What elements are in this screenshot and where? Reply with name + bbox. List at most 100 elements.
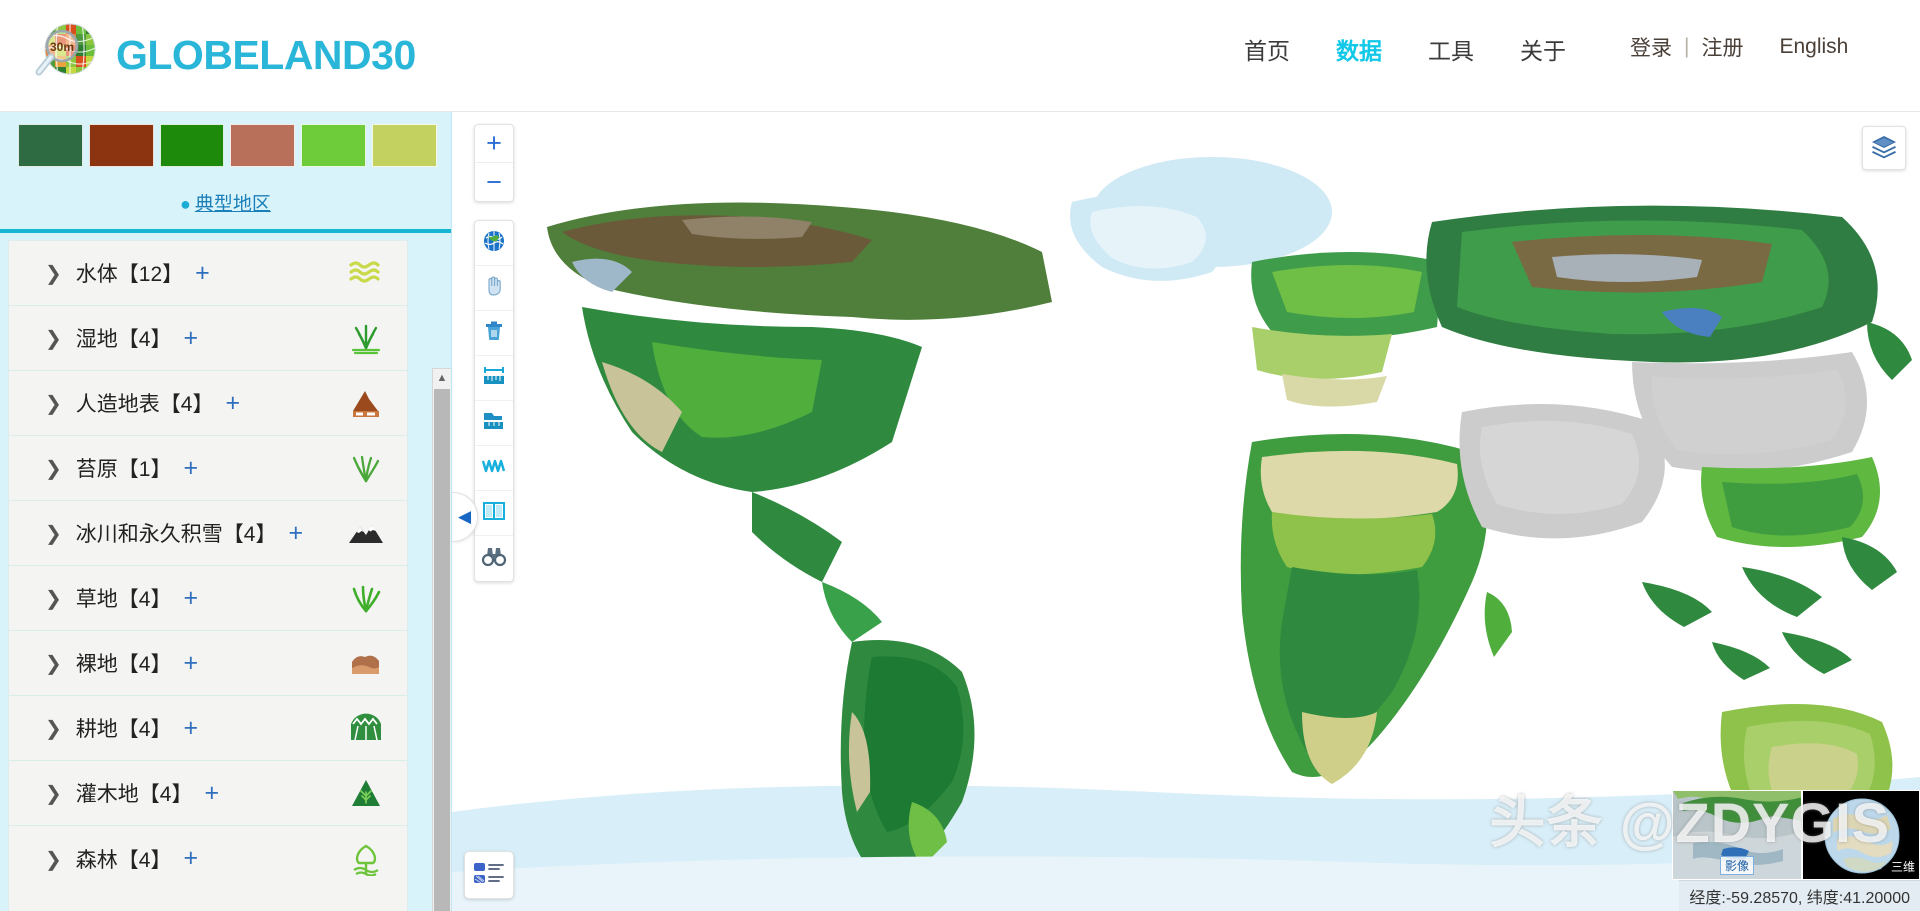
globe-3d-thumbnail[interactable]: 三维 bbox=[1802, 790, 1920, 880]
category-item-bare-land[interactable]: ❯ 裸地【4】 + bbox=[9, 631, 407, 696]
category-item-water[interactable]: ❯ 水体【12】 + bbox=[9, 241, 407, 306]
scroll-up-arrow[interactable]: ▲ bbox=[433, 369, 451, 387]
chevron-right-icon: ❯ bbox=[45, 651, 62, 675]
category-label: 草地【4】 bbox=[75, 588, 172, 611]
nav-item-home[interactable]: 首页 bbox=[1240, 30, 1294, 68]
language-switch-link[interactable]: English bbox=[1779, 35, 1848, 59]
zoom-in-button[interactable]: + bbox=[475, 125, 513, 163]
coordinate-readout: 经度:-59.28570, 纬度:41.20000 bbox=[1679, 880, 1920, 911]
measure-area-tool-button[interactable] bbox=[475, 401, 513, 446]
category-item-grassland[interactable]: ❯ 草地【4】 + bbox=[9, 566, 407, 631]
add-layer-icon[interactable]: + bbox=[183, 325, 198, 351]
category-label: 灌木地【4】 bbox=[75, 783, 193, 806]
ruler-icon bbox=[481, 364, 507, 393]
auth-nav: 登录 | 注册 English bbox=[1630, 32, 1848, 62]
cultivated-land-icon bbox=[345, 707, 387, 749]
map-area[interactable]: + − 头条 @ZDYGIS 影像 三维 经度:-59.28570, 纬度:41… bbox=[452, 112, 1920, 911]
chevron-right-icon: ❯ bbox=[45, 391, 62, 415]
login-link[interactable]: 登录 bbox=[1630, 32, 1672, 62]
main-nav: 首页 数据 工具 关于 bbox=[1240, 30, 1570, 68]
add-layer-icon[interactable]: + bbox=[288, 520, 303, 546]
zoom-control: + − bbox=[474, 124, 514, 202]
artificial-surface-swatch[interactable] bbox=[88, 124, 154, 167]
chevron-right-icon: ❯ bbox=[45, 586, 62, 610]
add-layer-icon[interactable]: + bbox=[183, 650, 198, 676]
search-tool-button[interactable] bbox=[475, 536, 513, 581]
bare-land-swatch[interactable] bbox=[230, 124, 296, 167]
zigzag-icon bbox=[480, 456, 508, 481]
shrubland-swatch[interactable] bbox=[372, 124, 437, 167]
category-label: 冰川和永久积雪【4】 bbox=[75, 523, 277, 546]
add-layer-icon[interactable]: + bbox=[204, 780, 219, 806]
zoom-out-button[interactable]: − bbox=[475, 163, 513, 201]
grassland-swatch[interactable] bbox=[301, 124, 367, 167]
sidebar: ● 典型地区 ❯ 水体【12】 + ❯ 湿地【4】 + ❯ 人造地表【4】 + … bbox=[0, 112, 452, 911]
category-item-shrubland[interactable]: ❯ 灌木地【4】 + bbox=[9, 761, 407, 826]
category-item-artificial-surface[interactable]: ❯ 人造地表【4】 + bbox=[9, 371, 407, 436]
typical-region-link[interactable]: ● 典型地区 bbox=[0, 189, 451, 216]
sidebar-scrollbar[interactable]: ▲ ▼ bbox=[432, 368, 451, 911]
nav-item-about[interactable]: 关于 bbox=[1516, 30, 1570, 68]
clear-tool-button[interactable] bbox=[475, 311, 513, 356]
category-panel: ❯ 水体【12】 + ❯ 湿地【4】 + ❯ 人造地表【4】 + ❯ 苔原【1】… bbox=[8, 240, 451, 911]
category-label: 水体【12】 bbox=[75, 263, 184, 286]
legend-swatch-row bbox=[0, 112, 451, 167]
chevron-right-icon: ❯ bbox=[45, 521, 62, 545]
category-label: 耕地【4】 bbox=[75, 718, 172, 741]
typical-region-label: 典型地区 bbox=[194, 194, 271, 215]
globe-3d-label: 三维 bbox=[1890, 860, 1915, 874]
add-layer-icon[interactable]: + bbox=[225, 390, 240, 416]
area-icon bbox=[481, 409, 507, 438]
overview-thumbnails: 影像 三维 bbox=[1672, 790, 1920, 880]
scrollbar-thumb[interactable] bbox=[434, 389, 450, 911]
category-label: 人造地表【4】 bbox=[75, 393, 214, 416]
globe-icon bbox=[482, 229, 506, 258]
sidebar-divider bbox=[0, 229, 451, 233]
add-layer-icon[interactable]: + bbox=[183, 585, 198, 611]
layers-button[interactable] bbox=[1862, 126, 1906, 170]
overview-map-thumbnail[interactable]: 影像 bbox=[1672, 790, 1802, 880]
nav-item-data[interactable]: 数据 bbox=[1332, 30, 1386, 68]
layers-icon bbox=[1870, 133, 1898, 164]
pan-tool-button[interactable] bbox=[475, 266, 513, 311]
chevron-left-icon: ◀ bbox=[457, 507, 472, 526]
category-item-glacier-snow[interactable]: ❯ 冰川和永久积雪【4】 + bbox=[9, 501, 407, 566]
tundra-icon bbox=[345, 447, 387, 489]
chevron-right-icon: ❯ bbox=[45, 716, 62, 740]
swipe-compare-tool-button[interactable] bbox=[475, 491, 513, 536]
add-layer-icon[interactable]: + bbox=[183, 715, 198, 741]
category-item-tundra[interactable]: ❯ 苔原【1】 + bbox=[9, 436, 407, 501]
hand-icon bbox=[482, 274, 506, 303]
cultivated-land-swatch[interactable] bbox=[159, 124, 225, 167]
add-layer-icon[interactable]: + bbox=[195, 260, 210, 286]
bare-land-icon bbox=[345, 642, 387, 684]
logo-badge-text: 30m bbox=[50, 40, 74, 54]
category-label: 裸地【4】 bbox=[75, 653, 172, 676]
add-layer-icon[interactable]: + bbox=[183, 455, 198, 481]
water-icon bbox=[345, 252, 387, 294]
overview-thumb-badge: 影像 bbox=[1719, 856, 1755, 875]
binoculars-icon bbox=[481, 544, 507, 573]
register-link[interactable]: 注册 bbox=[1701, 32, 1743, 62]
category-item-forest[interactable]: ❯ 森林【4】 + bbox=[9, 826, 407, 891]
chevron-right-icon: ❯ bbox=[45, 781, 62, 805]
forest-swatch[interactable] bbox=[18, 124, 83, 167]
measure-distance-tool-button[interactable] bbox=[475, 356, 513, 401]
nav-item-tools[interactable]: 工具 bbox=[1424, 30, 1478, 68]
split-panel-icon bbox=[481, 500, 507, 527]
forest-icon bbox=[345, 838, 387, 880]
profile-tool-button[interactable] bbox=[475, 446, 513, 491]
logo-block[interactable]: 30m GLOBELAND30 bbox=[28, 19, 416, 93]
globeland30-logo-icon: 30m bbox=[28, 19, 102, 93]
chevron-right-icon: ❯ bbox=[45, 456, 62, 480]
category-list: ❯ 水体【12】 + ❯ 湿地【4】 + ❯ 人造地表【4】 + ❯ 苔原【1】… bbox=[8, 240, 408, 911]
category-item-cultivated-land[interactable]: ❯ 耕地【4】 + bbox=[9, 696, 407, 761]
globe-tool-button[interactable] bbox=[475, 221, 513, 266]
category-item-wetland[interactable]: ❯ 湿地【4】 + bbox=[9, 306, 407, 371]
location-pin-icon: ● bbox=[180, 194, 191, 214]
shrubland-icon bbox=[345, 772, 387, 814]
add-layer-icon[interactable]: + bbox=[183, 846, 198, 871]
auth-separator: | bbox=[1684, 35, 1690, 58]
legend-icon bbox=[472, 859, 506, 892]
legend-button[interactable] bbox=[464, 851, 514, 899]
